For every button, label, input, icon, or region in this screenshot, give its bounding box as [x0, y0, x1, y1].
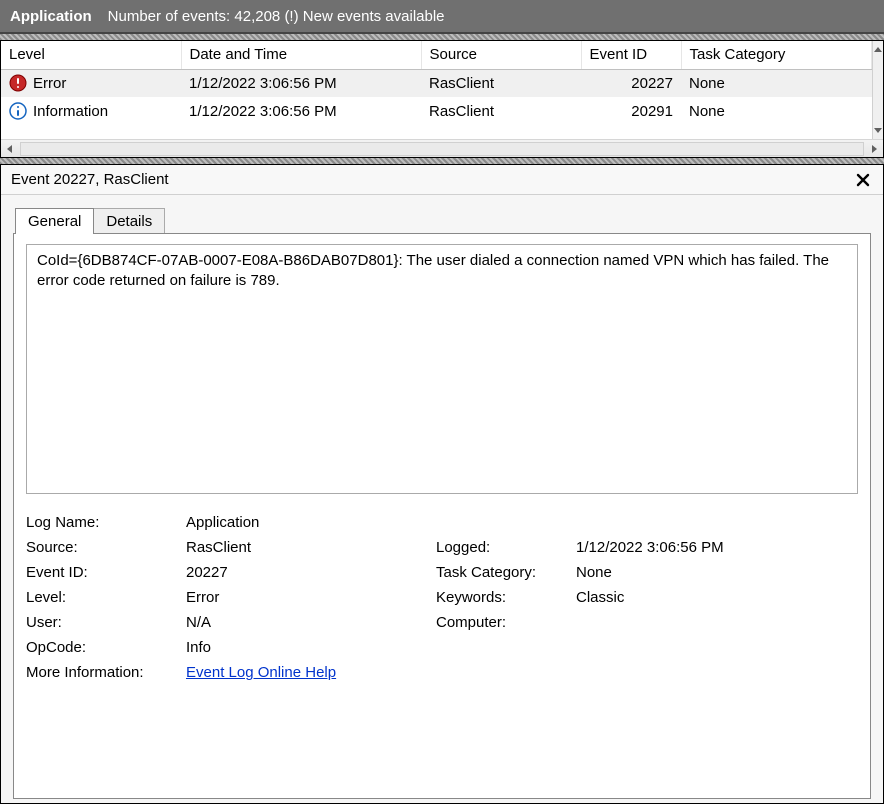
col-header-date[interactable]: Date and Time [181, 41, 421, 69]
value-user: N/A [186, 614, 436, 631]
title-bar: Application Number of events: 42,208 (!)… [0, 0, 884, 34]
cell-source: RasClient [421, 69, 581, 97]
close-icon[interactable] [853, 170, 873, 190]
label-opcode: OpCode: [26, 639, 186, 656]
label-logname: Log Name: [26, 514, 186, 531]
value-level: Error [186, 589, 436, 606]
tab-general[interactable]: General [15, 208, 94, 234]
grid-horizontal-scrollbar[interactable] [1, 139, 883, 157]
events-grid: Level Date and Time Source Event ID Task… [0, 40, 884, 158]
cell-date: 1/12/2022 3:06:56 PM [181, 69, 421, 97]
scroll-left-icon[interactable] [1, 140, 19, 157]
label-computer: Computer: [436, 614, 576, 631]
label-eventid: Event ID: [26, 564, 186, 581]
label-logged: Logged: [436, 539, 576, 556]
col-header-source[interactable]: Source [421, 41, 581, 69]
error-icon [9, 74, 27, 92]
label-moreinfo: More Information: [26, 664, 176, 681]
col-header-task[interactable]: Task Category [681, 41, 872, 69]
col-header-level[interactable]: Level [1, 41, 181, 69]
info-icon [9, 102, 27, 120]
grid-header: Level Date and Time Source Event ID Task… [1, 41, 872, 69]
detail-tabs: General Details [15, 207, 883, 233]
event-description[interactable]: CoId={6DB874CF-07AB-0007-E08A-B86DAB07D8… [26, 244, 858, 494]
label-source: Source: [26, 539, 186, 556]
scroll-right-icon[interactable] [865, 140, 883, 157]
value-computer [576, 614, 858, 631]
value-opcode: Info [186, 639, 858, 656]
value-logname: Application [186, 514, 858, 531]
tab-details[interactable]: Details [93, 208, 165, 234]
table-row[interactable]: Error 1/12/2022 3:06:56 PMRasClient20227N… [1, 69, 872, 97]
cell-eventid: 20227 [581, 69, 681, 97]
link-event-log-online-help[interactable]: Event Log Online Help [186, 664, 336, 681]
value-keywords: Classic [576, 589, 858, 606]
cell-date: 1/12/2022 3:06:56 PM [181, 97, 421, 125]
label-user: User: [26, 614, 186, 631]
level-text: Information [33, 103, 108, 120]
col-header-eventid[interactable]: Event ID [581, 41, 681, 69]
table-row[interactable]: Information 1/12/2022 3:06:56 PMRasClient… [1, 97, 872, 125]
event-properties: Log Name: Application Source: RasClient … [26, 514, 858, 681]
label-taskcat: Task Category: [436, 564, 576, 581]
cell-task: None [681, 97, 872, 125]
cell-task: None [681, 69, 872, 97]
label-level: Level: [26, 589, 186, 606]
label-keywords: Keywords: [436, 589, 576, 606]
scroll-down-icon[interactable] [873, 121, 883, 139]
level-text: Error [33, 75, 66, 92]
app-title: Application [10, 8, 92, 25]
tab-panel-general: CoId={6DB874CF-07AB-0007-E08A-B86DAB07D8… [13, 233, 871, 799]
hscroll-track[interactable] [20, 142, 864, 156]
value-logged: 1/12/2022 3:06:56 PM [576, 539, 858, 556]
event-count-status: Number of events: 42,208 (!) New events … [108, 8, 445, 25]
value-source: RasClient [186, 539, 436, 556]
value-eventid: 20227 [186, 564, 436, 581]
value-taskcat: None [576, 564, 858, 581]
cell-eventid: 20291 [581, 97, 681, 125]
grid-vertical-scrollbar[interactable] [872, 41, 883, 139]
event-detail-pane: Event 20227, RasClient General Details C… [0, 164, 884, 804]
cell-source: RasClient [421, 97, 581, 125]
scroll-up-icon[interactable] [873, 41, 883, 59]
detail-title: Event 20227, RasClient [11, 171, 169, 188]
